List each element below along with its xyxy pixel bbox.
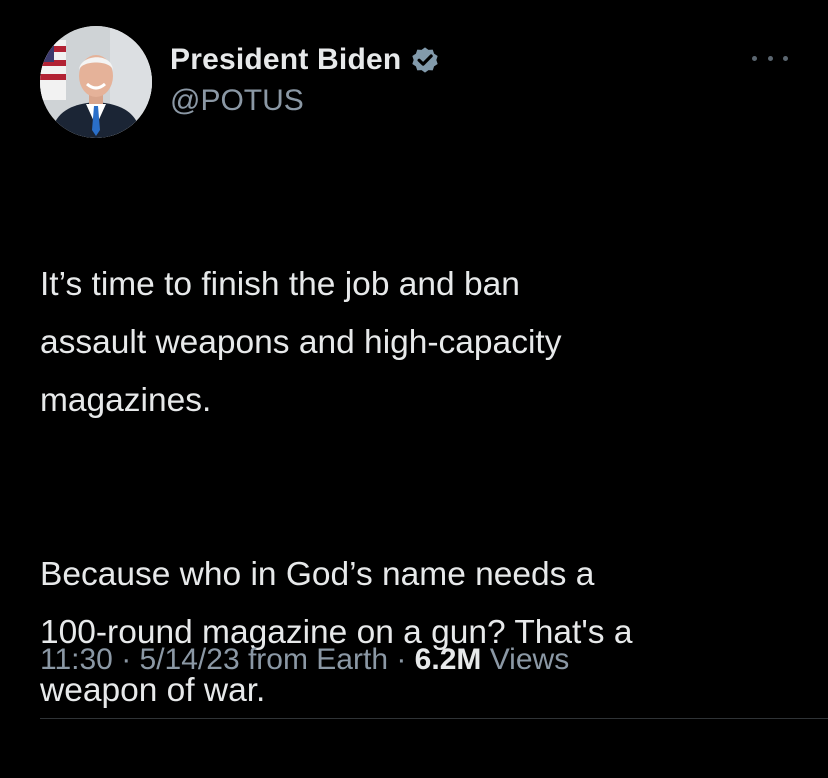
verified-badge-icon[interactable] [409,44,441,76]
tweet-metadata: 11:30 · 5/14/23 from Earth · 6.2M Views [40,643,569,677]
tweet-date[interactable]: 5/14/23 [140,643,240,676]
tweet-source: from Earth [239,643,388,676]
more-dot [767,55,773,61]
more-options-icon[interactable] [752,48,788,68]
meta-separator: · [112,643,140,676]
more-dot [752,55,757,61]
author-handle[interactable]: @POTUS [170,84,304,118]
views-count[interactable]: 6.2M [415,643,482,676]
divider [40,718,828,719]
author-name-row: President Biden [170,40,441,80]
tweet-paragraph: Because who in God’s name needs a 100-ro… [40,556,633,709]
more-dot [783,55,788,61]
views-label: Views [481,643,570,676]
tweet-text: It’s time to finish the job and ban assa… [40,198,800,778]
author-display-name[interactable]: President Biden [170,43,401,77]
tweet-time[interactable]: 11:30 [40,643,113,676]
author-avatar[interactable] [40,26,152,138]
tweet-card: President Biden @POTUS It’s time to fini… [0,0,828,725]
avatar-image [40,26,152,138]
tweet-paragraph: It’s time to finish the job and ban assa… [40,266,562,419]
meta-separator: · [388,643,415,676]
